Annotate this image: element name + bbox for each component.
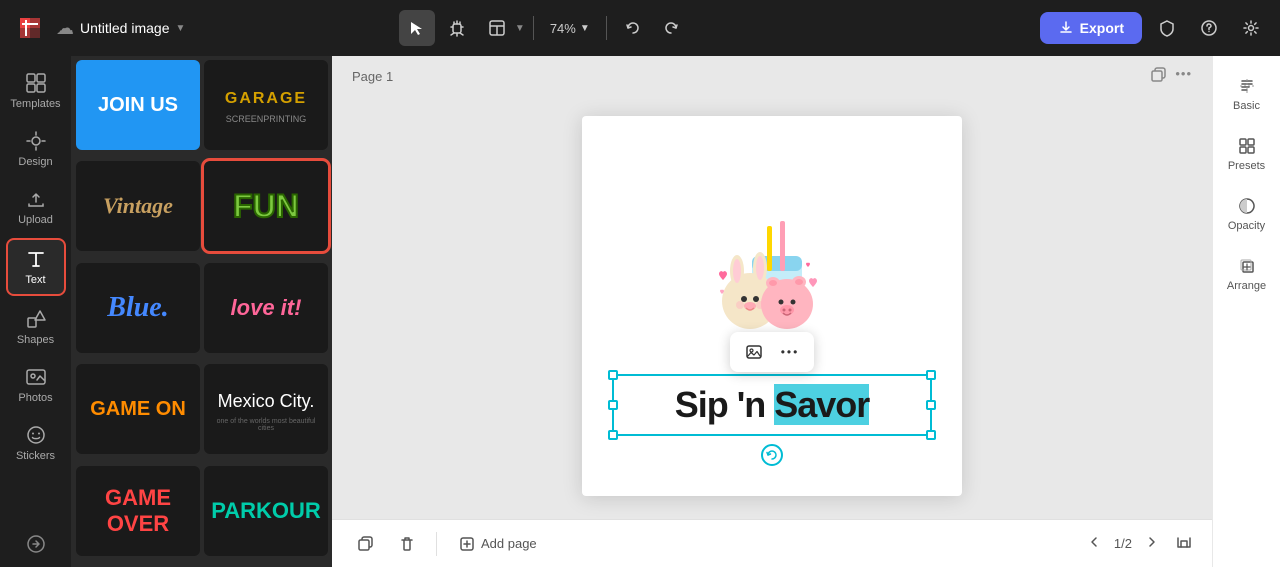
add-page-label: Add page (481, 536, 537, 551)
export-label: Export (1080, 20, 1124, 36)
context-toolbar: ••• (730, 332, 814, 372)
delete-page-button[interactable] (390, 527, 424, 561)
canvas-text-content: Sip 'n Savor (675, 384, 870, 426)
next-page-button[interactable] (1140, 530, 1164, 557)
bottom-toolbar: Add page 1/2 (332, 519, 1212, 567)
right-item-opacity[interactable]: Opacity (1219, 188, 1275, 240)
zoom-value: 74% (550, 21, 576, 36)
zoom-dropdown-icon: ▼ (580, 23, 590, 34)
add-page-button[interactable]: Add page (449, 530, 547, 558)
right-item-basic[interactable]: Basic (1219, 68, 1275, 120)
sidebar-item-text[interactable]: Text (6, 238, 66, 296)
sidebar-item-label: Stickers (16, 450, 55, 462)
right-item-arrange[interactable]: Arrange (1219, 248, 1275, 300)
highlighted-text: Savor (774, 384, 869, 425)
page-label-row: Page 1 ••• (332, 56, 1212, 93)
rotate-handle[interactable] (761, 444, 783, 466)
right-item-label: Arrange (1227, 280, 1266, 292)
document-title[interactable]: Untitled image (80, 20, 170, 36)
zoom-control[interactable]: 74% ▼ (542, 17, 598, 40)
select-tool-button[interactable] (399, 10, 435, 46)
canvas-area: Page 1 ••• (332, 56, 1212, 567)
help-icon-button[interactable] (1192, 11, 1226, 45)
redo-button[interactable] (653, 10, 689, 46)
template-card-fun[interactable]: FUN (204, 161, 328, 251)
context-image-icon[interactable] (740, 338, 768, 366)
right-panel: Basic Presets Opacity Arrange (1212, 56, 1280, 567)
sidebar-item-design[interactable]: Design (6, 122, 66, 176)
layout-dropdown-icon[interactable]: ▼ (515, 23, 525, 34)
sidebar-item-label: Upload (18, 214, 53, 226)
page-label: Page 1 (352, 69, 393, 84)
sidebar-item-photos[interactable]: Photos (6, 358, 66, 412)
handle-top-left[interactable] (608, 370, 618, 380)
template-card-mexico-city[interactable]: Mexico City. one of the worlds most beau… (204, 364, 328, 454)
pagination: 1/2 (1082, 530, 1196, 557)
context-more-icon[interactable]: ••• (776, 338, 804, 366)
sidebar-item-label: Photos (18, 392, 52, 404)
template-card-join-us[interactable]: JOIN US (76, 60, 200, 150)
sidebar-item-shapes[interactable]: Shapes (6, 300, 66, 354)
right-item-label: Opacity (1228, 220, 1265, 232)
export-button[interactable]: Export (1040, 12, 1142, 44)
templates-panel: JOIN US GARAGE SCREENPRINTING Vintage FU… (72, 56, 332, 567)
sidebar-item-stickers[interactable]: Stickers (6, 416, 66, 470)
pan-tool-button[interactable] (439, 10, 475, 46)
prev-page-button[interactable] (1082, 530, 1106, 557)
sidebar-item-label: Shapes (17, 334, 54, 346)
sidebar-expand-btn[interactable] (26, 534, 46, 559)
template-card-parkour[interactable]: PARKOUR (204, 466, 328, 556)
template-card-vintage[interactable]: Vintage (76, 161, 200, 251)
text-element[interactable]: ••• Sip 'n Savor (612, 374, 932, 436)
logo-button[interactable] (12, 10, 48, 46)
sidebar-item-templates[interactable]: Templates (6, 64, 66, 118)
sidebar-item-label: Text (25, 274, 45, 286)
template-card-love-it[interactable]: love it! (204, 263, 328, 353)
cloud-icon: ☁ (56, 18, 74, 39)
layout-tool-button[interactable] (479, 10, 515, 46)
template-card-garage[interactable]: GARAGE SCREENPRINTING (204, 60, 328, 150)
page-count: 1/2 (1114, 536, 1132, 551)
handle-bottom-right[interactable] (926, 430, 936, 440)
expand-pages-button[interactable] (1172, 530, 1196, 557)
duplicate-page-button[interactable] (348, 527, 382, 561)
handle-middle-right[interactable] (926, 400, 936, 410)
right-item-label: Basic (1233, 100, 1260, 112)
template-card-game-on[interactable]: GAME ON (76, 364, 200, 454)
right-item-presets[interactable]: Presets (1219, 128, 1275, 180)
sidebar-item-label: Templates (10, 98, 60, 110)
right-item-label: Presets (1228, 160, 1265, 172)
separator (436, 532, 437, 556)
canvas-frame: ••• Sip 'n Savor (582, 116, 962, 496)
kawaii-illustration (672, 156, 872, 346)
main-layout: Templates Design Upload Text Shapes Phot… (0, 56, 1280, 567)
topbar: ☁ Untitled image ▼ ▼ 74% ▼ (0, 0, 1280, 56)
settings-icon-button[interactable] (1234, 11, 1268, 45)
undo-button[interactable] (615, 10, 651, 46)
templates-grid: JOIN US GARAGE SCREENPRINTING Vintage FU… (72, 56, 332, 567)
sidebar-item-upload[interactable]: Upload (6, 180, 66, 234)
handle-middle-left[interactable] (608, 400, 618, 410)
more-options-icon[interactable]: ••• (1175, 66, 1192, 87)
duplicate-page-icon[interactable] (1149, 66, 1167, 87)
title-dropdown-icon[interactable]: ▼ (176, 23, 186, 34)
handle-top-right[interactable] (926, 370, 936, 380)
template-card-blue[interactable]: Blue. (76, 263, 200, 353)
canvas-scroll[interactable]: ••• Sip 'n Savor (332, 93, 1212, 519)
handle-bottom-left[interactable] (608, 430, 618, 440)
shield-icon-button[interactable] (1150, 11, 1184, 45)
template-card-game-over[interactable]: GAME OVER (76, 466, 200, 556)
left-sidebar: Templates Design Upload Text Shapes Phot… (0, 56, 72, 567)
sidebar-item-label: Design (18, 156, 52, 168)
